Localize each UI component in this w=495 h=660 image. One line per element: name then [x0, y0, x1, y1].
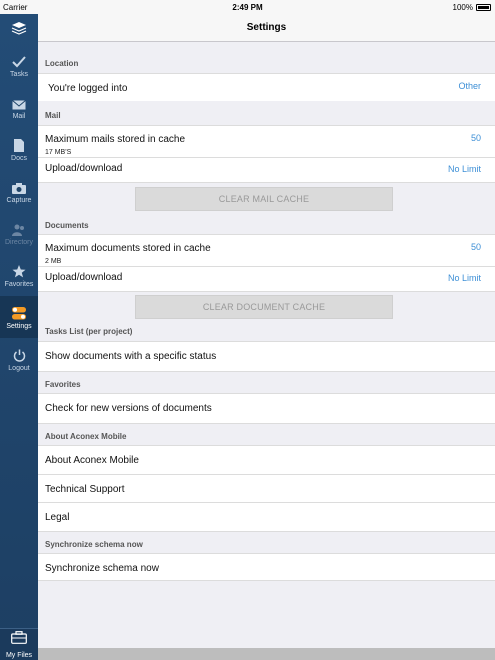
- power-icon: [13, 346, 26, 362]
- sidebar-item-tasks[interactable]: Tasks: [0, 44, 38, 86]
- documents-upload-download-row[interactable]: Upload/download No Limit: [38, 266, 495, 291]
- mail-upload-download-row[interactable]: Upload/download No Limit: [38, 157, 495, 182]
- check-new-versions-row[interactable]: Check for new versions of documents: [38, 393, 495, 423]
- section-header-location: Location: [45, 59, 79, 68]
- settings-list: Location You're logged into Other Mail M…: [38, 42, 495, 648]
- sidebar-item-label: Favorites: [4, 281, 34, 288]
- mail-cache-size: 17 MB'S: [45, 149, 72, 156]
- section-header-favorites: Favorites: [38, 371, 495, 393]
- battery-icon: [476, 4, 491, 11]
- location-label: You're logged into: [48, 83, 128, 94]
- my-files-button[interactable]: My Files: [0, 628, 38, 660]
- my-files-label: My Files: [5, 651, 33, 659]
- sidebar-item-label: Tasks: [10, 71, 28, 78]
- location-value: Other: [458, 81, 481, 91]
- sidebar-item-label: Directory: [4, 239, 33, 246]
- sidebar-item-favorites[interactable]: Favorites: [0, 254, 38, 296]
- settings-toggle-icon: [12, 304, 26, 320]
- technical-support-row[interactable]: Technical Support: [38, 474, 495, 502]
- show-documents-status-label: Show documents with a specific status: [45, 351, 217, 362]
- clock: 2:49 PM: [232, 3, 263, 12]
- section-header-sync: Synchronize schema now: [38, 531, 495, 553]
- mail-icon: [12, 94, 26, 110]
- documents-upload-download-value: No Limit: [447, 273, 481, 283]
- app-logo-icon: [0, 16, 38, 40]
- about-label: About Aconex Mobile: [45, 455, 139, 466]
- max-mails-row[interactable]: Maximum mails stored in cache 17 MB'S 50: [38, 125, 495, 157]
- clear-document-cache-button[interactable]: CLEAR DOCUMENT CACHE: [135, 295, 393, 319]
- mail-upload-download-value: No Limit: [447, 164, 481, 174]
- sidebar-item-directory[interactable]: Directory: [0, 212, 38, 254]
- sidebar-item-label: Mail: [12, 113, 26, 120]
- legal-label: Legal: [45, 512, 70, 523]
- clear-mail-cache-button[interactable]: CLEAR MAIL CACHE: [135, 187, 393, 211]
- show-documents-status-row[interactable]: Show documents with a specific status: [38, 341, 495, 371]
- location-row[interactable]: You're logged into Other: [38, 73, 495, 101]
- section-header-documents: Documents: [45, 221, 89, 230]
- battery-percent: 100%: [452, 3, 473, 12]
- section-header-mail: Mail: [45, 111, 61, 120]
- sidebar-item-label: Capture: [6, 197, 32, 204]
- document-cache-size: 2 MB: [45, 258, 62, 265]
- check-new-versions-label: Check for new versions of documents: [45, 403, 212, 414]
- max-mails-value: 50: [470, 133, 481, 143]
- max-documents-row[interactable]: Maximum documents stored in cache 2 MB 5…: [38, 234, 495, 266]
- documents-upload-download-label: Upload/download: [45, 272, 123, 283]
- page-title: Settings: [246, 22, 287, 33]
- legal-row[interactable]: Legal: [38, 502, 495, 531]
- document-icon: [14, 136, 24, 152]
- sidebar-item-label: Docs: [11, 155, 27, 162]
- people-icon: [12, 220, 26, 236]
- about-row[interactable]: About Aconex Mobile: [38, 445, 495, 474]
- sidebar-item-label: Logout: [8, 365, 30, 372]
- bottom-bar: [38, 648, 495, 660]
- briefcase-icon: [11, 630, 27, 649]
- technical-support-label: Technical Support: [45, 484, 125, 495]
- synchronize-schema-row[interactable]: Synchronize schema now: [38, 553, 495, 581]
- sidebar-item-settings[interactable]: Settings: [0, 296, 38, 338]
- status-bar: Carrier 2:49 PM 100%: [0, 0, 495, 14]
- sidebar-item-docs[interactable]: Docs: [0, 128, 38, 170]
- sidebar-item-label: Settings: [6, 323, 32, 330]
- navigation-bar: Settings: [38, 14, 495, 42]
- sidebar-item-logout[interactable]: Logout: [0, 338, 38, 380]
- sidebar-item-capture[interactable]: Capture: [0, 170, 38, 212]
- check-icon: [12, 52, 26, 68]
- max-documents-value: 50: [470, 242, 481, 252]
- max-mails-label: Maximum mails stored in cache: [45, 134, 186, 145]
- synchronize-schema-label: Synchronize schema now: [45, 563, 159, 574]
- max-documents-label: Maximum documents stored in cache: [45, 243, 211, 254]
- star-icon: [12, 262, 26, 278]
- section-header-tasks: Tasks List (per project): [45, 327, 133, 336]
- camera-icon: [12, 178, 26, 194]
- sidebar-item-mail[interactable]: Mail: [0, 86, 38, 128]
- section-header-about: About Aconex Mobile: [38, 423, 495, 445]
- sidebar: Tasks Mail Docs Capture Directory Favori…: [0, 14, 38, 660]
- mail-upload-download-label: Upload/download: [45, 163, 123, 174]
